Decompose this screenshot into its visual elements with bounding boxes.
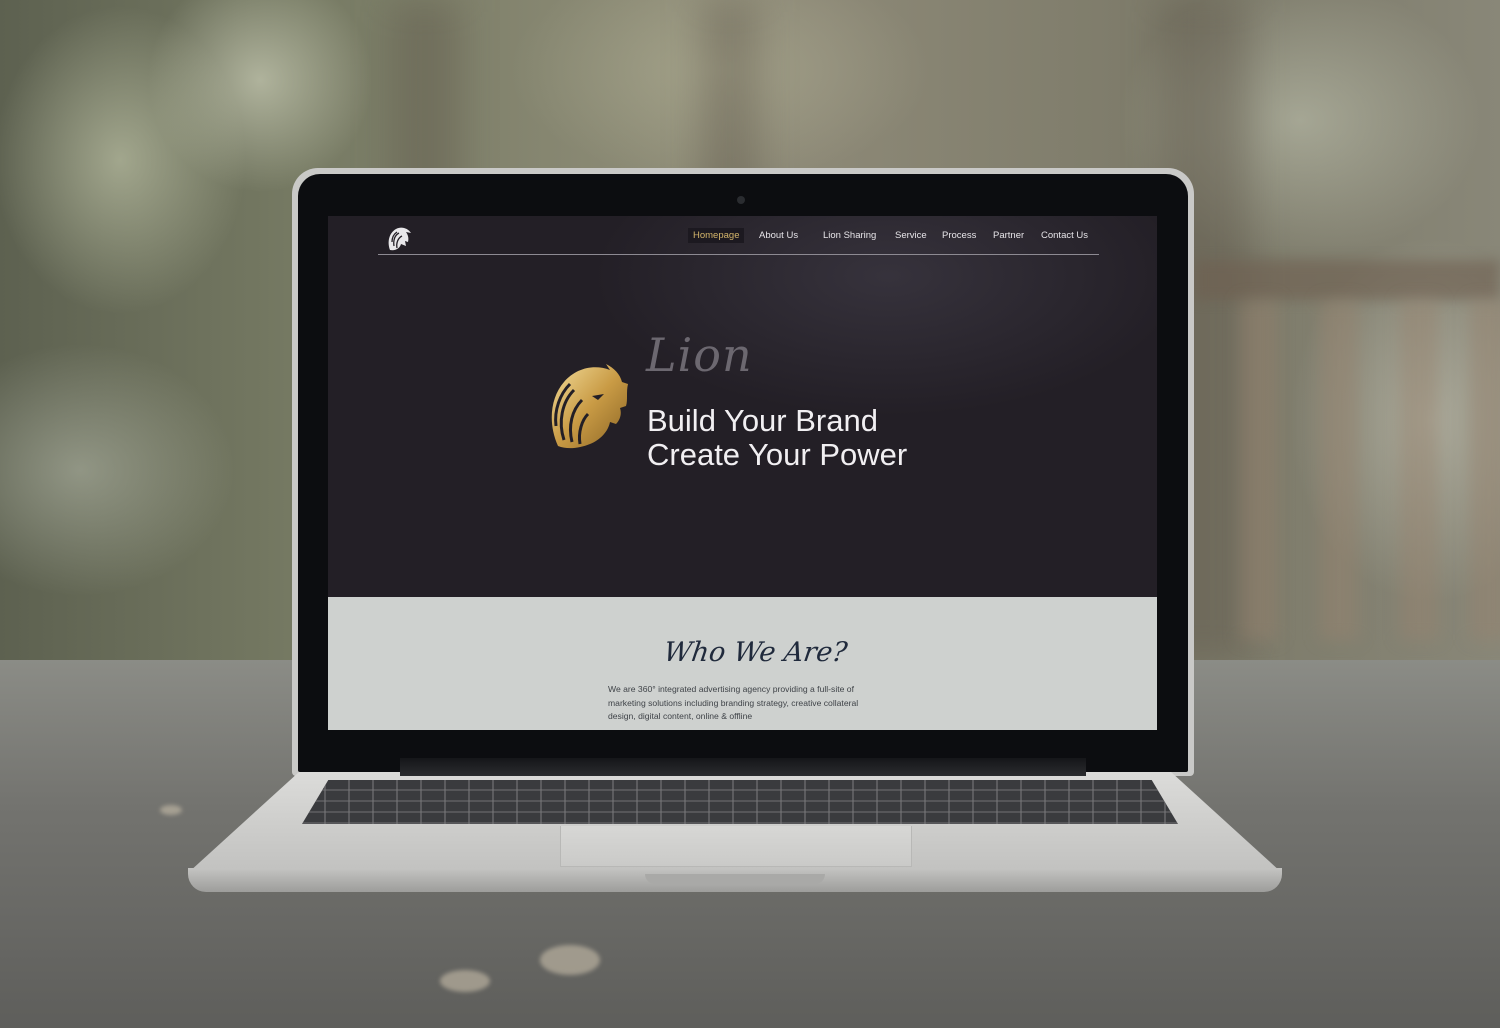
main-navigation: Homepage About Us Lion Sharing Service P…	[328, 228, 1157, 248]
nav-item-contact-us[interactable]: Contact Us	[1041, 230, 1088, 241]
nav-item-about-us[interactable]: About Us	[759, 230, 798, 241]
trackpad	[560, 826, 912, 867]
fallen-leaf	[440, 970, 490, 992]
hero-script-word: Lion	[646, 328, 753, 382]
hero-section: Homepage About Us Lion Sharing Service P…	[328, 216, 1157, 597]
fallen-leaf	[160, 805, 182, 815]
nav-item-partner[interactable]: Partner	[993, 230, 1024, 241]
nav-item-process[interactable]: Process	[942, 230, 976, 241]
fallen-leaf	[540, 945, 600, 975]
railing-post	[1470, 300, 1500, 640]
headline-line-1: Build Your Brand	[647, 403, 878, 438]
nav-item-homepage[interactable]: Homepage	[688, 228, 745, 243]
camera-icon	[737, 196, 745, 204]
lion-head-gold-icon	[551, 364, 628, 449]
about-body: We are 360° integrated advertising agenc…	[608, 684, 859, 721]
keyboard-keys	[302, 780, 1178, 824]
railing-post	[1400, 300, 1438, 640]
hero-headline: Build Your Brand Create Your Power	[647, 404, 907, 472]
nav-item-lion-sharing[interactable]: Lion Sharing	[823, 230, 876, 241]
nav-item-service[interactable]: Service	[895, 230, 927, 241]
laptop-screen: Homepage About Us Lion Sharing Service P…	[328, 216, 1157, 730]
nav-divider	[378, 254, 1099, 255]
railing-post	[1240, 300, 1278, 640]
about-title: Who We Are?	[661, 637, 850, 668]
lid-notch	[645, 874, 825, 884]
headline-line-2: Create Your Power	[647, 437, 908, 472]
wooden-railing	[1195, 260, 1500, 300]
laptop-hinge	[400, 758, 1086, 776]
about-section: Who We Are? We are 360° integrated adver…	[328, 597, 1157, 730]
railing-post	[1320, 300, 1358, 640]
